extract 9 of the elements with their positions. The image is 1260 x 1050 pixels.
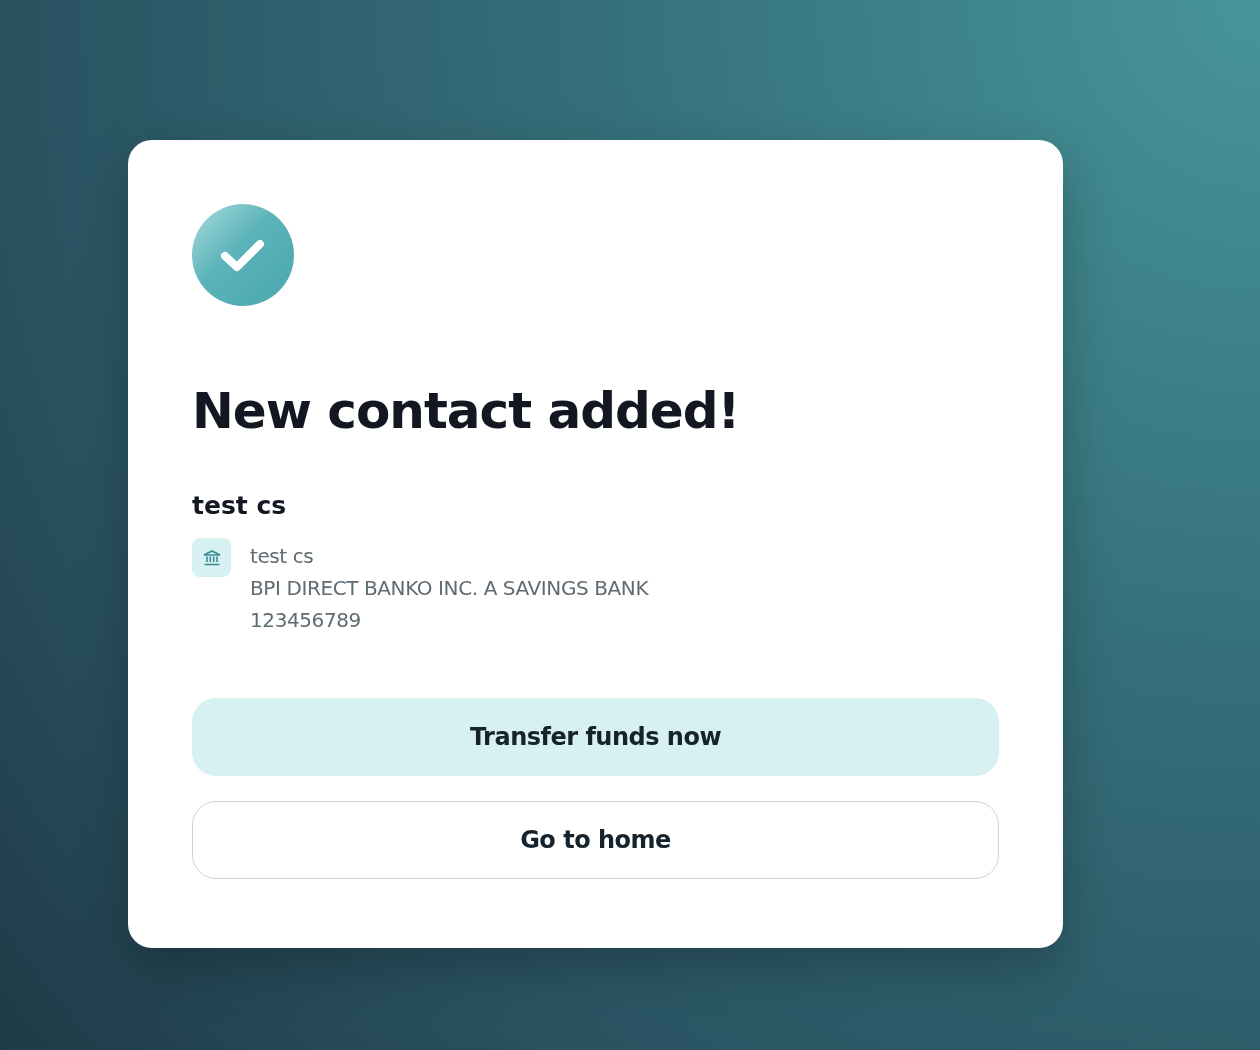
success-title: New contact added!: [192, 381, 741, 442]
contact-name: test cs: [192, 490, 288, 522]
home-button[interactable]: Go to home: [192, 801, 999, 879]
bank-icon: [192, 538, 231, 577]
contact-detail: BPI DIRECT BANKO INC. A SAVINGS BANK: [250, 575, 649, 602]
contact-detail: test cs: [250, 543, 315, 570]
transfer-button[interactable]: Transfer funds now: [192, 698, 999, 776]
success-check-icon: [192, 204, 294, 306]
contact-detail: 123456789: [250, 607, 362, 634]
